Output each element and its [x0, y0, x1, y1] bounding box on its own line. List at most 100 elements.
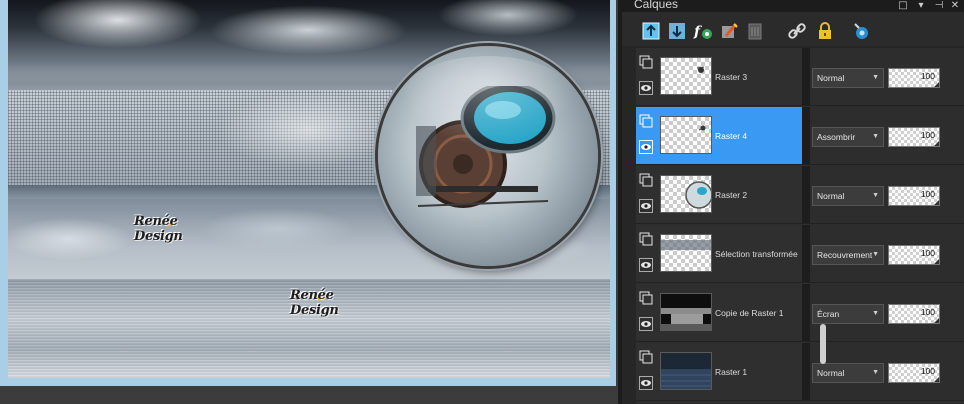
layer-thumbnail[interactable]: [660, 175, 712, 213]
blend-mode-dropdown[interactable]: Normal ▼: [812, 68, 884, 88]
palette-menu-button[interactable]: ▾: [914, 0, 928, 12]
opacity-value: 100: [920, 71, 935, 81]
chevron-down-icon: ▼: [872, 192, 879, 199]
resize-grip-icon: [934, 318, 939, 323]
layer-thumbnail[interactable]: [660, 234, 712, 272]
chevron-down-icon: ▼: [872, 310, 879, 317]
opacity-field[interactable]: 100: [888, 304, 940, 324]
new-raster-layer-icon: [642, 22, 660, 40]
chevron-down-icon: ▼: [872, 74, 879, 81]
layer-name: Raster 1: [715, 367, 748, 377]
layer-styles-button[interactable]: f: [692, 20, 714, 42]
opacity-value: 100: [920, 189, 935, 199]
layer-row-copie-de-raster-1[interactable]: Copie de Raster 1 Écran ▼ 100: [636, 284, 964, 342]
palette-options-button[interactable]: [850, 20, 872, 42]
blend-mode-value: Recouvrement: [817, 250, 873, 260]
resize-grip-icon: [934, 200, 939, 205]
palette-header: Calques □ ▾ ⊣ ✕: [618, 0, 964, 12]
pin-button[interactable]: ⊣: [932, 0, 946, 12]
new-vector-layer-button[interactable]: [666, 20, 688, 42]
paint-shop-pro-workspace: Renée Design Renée Design Calques □ ▾ ⊣ …: [0, 0, 964, 404]
blend-mode-value: Normal: [817, 191, 845, 201]
lock-layer-button[interactable]: [814, 20, 836, 42]
layer-group-icon[interactable]: [639, 232, 653, 246]
visibility-eye-icon[interactable]: [639, 317, 653, 331]
layer-thumbnail[interactable]: [660, 352, 712, 390]
layer-row-raster-4[interactable]: Raster 4 Assombrir ▼ 100: [636, 107, 964, 165]
visibility-eye-icon[interactable]: [639, 376, 653, 390]
layer-row-raster-2[interactable]: Raster 2 Normal ▼ 100: [636, 166, 964, 224]
visibility-eye-icon[interactable]: [639, 140, 653, 154]
delete-layer-button[interactable]: [744, 20, 766, 42]
blend-mode-value: Assombrir: [817, 132, 856, 142]
column-divider: [802, 166, 810, 223]
layer-name: Raster 2: [715, 190, 748, 200]
watermark-text: Renée Design: [290, 288, 339, 318]
new-mask-layer-button[interactable]: [718, 20, 740, 42]
layer-thumbnail[interactable]: [660, 116, 712, 154]
opacity-value: 100: [920, 248, 935, 258]
resize-grip-icon: [934, 141, 939, 146]
layer-name-cell[interactable]: Copie de Raster 1: [636, 284, 802, 341]
layer-row-raster-3[interactable]: Raster 3 Normal ▼ 100: [636, 48, 964, 106]
new-raster-layer-button[interactable]: [640, 20, 662, 42]
blend-mode-value: Normal: [817, 73, 845, 83]
chevron-down-icon: ▼: [872, 133, 879, 140]
opacity-field[interactable]: 100: [888, 363, 940, 383]
canvas-area[interactable]: Renée Design Renée Design: [0, 0, 618, 404]
visibility-eye-icon[interactable]: [639, 199, 653, 213]
column-divider: [802, 48, 810, 105]
layer-thumbnail[interactable]: [660, 57, 712, 95]
column-resize-handle[interactable]: [820, 324, 826, 364]
layer-group-icon[interactable]: [639, 55, 653, 69]
layer-row-raster-1[interactable]: Raster 1 Normal ▼ 100: [636, 343, 964, 401]
blend-mode-dropdown[interactable]: Recouvrement ▼: [812, 245, 884, 265]
blend-mode-dropdown[interactable]: Écran ▼: [812, 304, 884, 324]
layer-group-icon[interactable]: [639, 291, 653, 305]
blend-mode-dropdown[interactable]: Normal ▼: [812, 363, 884, 383]
blend-mode-dropdown[interactable]: Assombrir ▼: [812, 127, 884, 147]
delete-layer-icon: [748, 23, 762, 40]
opacity-field[interactable]: 100: [888, 186, 940, 206]
opacity-value: 100: [920, 130, 935, 140]
chevron-down-icon: ▼: [872, 369, 879, 376]
layer-name-cell[interactable]: Raster 4: [636, 107, 802, 164]
steampunk-orb: [378, 46, 598, 266]
layer-group-icon[interactable]: [639, 350, 653, 364]
layer-name-cell[interactable]: Raster 3: [636, 48, 802, 105]
layer-name: Sélection transformée: [715, 249, 798, 259]
layer-name: Raster 3: [715, 72, 748, 82]
layer-name-cell[interactable]: Raster 2: [636, 166, 802, 223]
layer-name-cell[interactable]: Sélection transformée: [636, 225, 802, 282]
watermark-text: Renée Design: [134, 214, 183, 244]
orb-highlight: [398, 56, 578, 146]
layer-name-cell[interactable]: Raster 1: [636, 343, 802, 400]
close-palette-button[interactable]: ✕: [948, 0, 962, 12]
watermark-renee-design-2: Renée Design: [290, 288, 380, 318]
column-divider: [802, 284, 810, 341]
resize-grip-icon: [934, 259, 939, 264]
layers-palette: Calques □ ▾ ⊣ ✕ f Raster 3 Normal ▼ 100 …: [618, 0, 964, 404]
layer-row-selection-transformee[interactable]: Sélection transformée Recouvrement ▼ 100: [636, 225, 964, 283]
layer-group-icon[interactable]: [639, 173, 653, 187]
resize-grip-icon: [934, 82, 939, 87]
opacity-field[interactable]: 100: [888, 68, 940, 88]
visibility-eye-icon[interactable]: [639, 258, 653, 272]
chevron-down-icon: ▼: [872, 251, 879, 258]
new-layer-style-icon: f: [693, 24, 712, 40]
image-canvas[interactable]: Renée Design Renée Design: [8, 0, 610, 378]
restore-button[interactable]: □: [896, 0, 910, 12]
layer-thumbnail[interactable]: [660, 293, 712, 331]
layer-group-icon[interactable]: [639, 114, 653, 128]
palette-options-icon: [854, 23, 868, 39]
column-divider: [802, 343, 810, 400]
link-layers-button[interactable]: [786, 20, 808, 42]
layer-name: Copie de Raster 1: [715, 308, 784, 318]
opacity-field[interactable]: 100: [888, 127, 940, 147]
new-vector-layer-icon: [669, 23, 685, 39]
blend-mode-dropdown[interactable]: Normal ▼: [812, 186, 884, 206]
layer-name: Raster 4: [715, 131, 748, 141]
visibility-eye-icon[interactable]: [639, 81, 653, 95]
link-icon: [788, 23, 806, 39]
opacity-field[interactable]: 100: [888, 245, 940, 265]
